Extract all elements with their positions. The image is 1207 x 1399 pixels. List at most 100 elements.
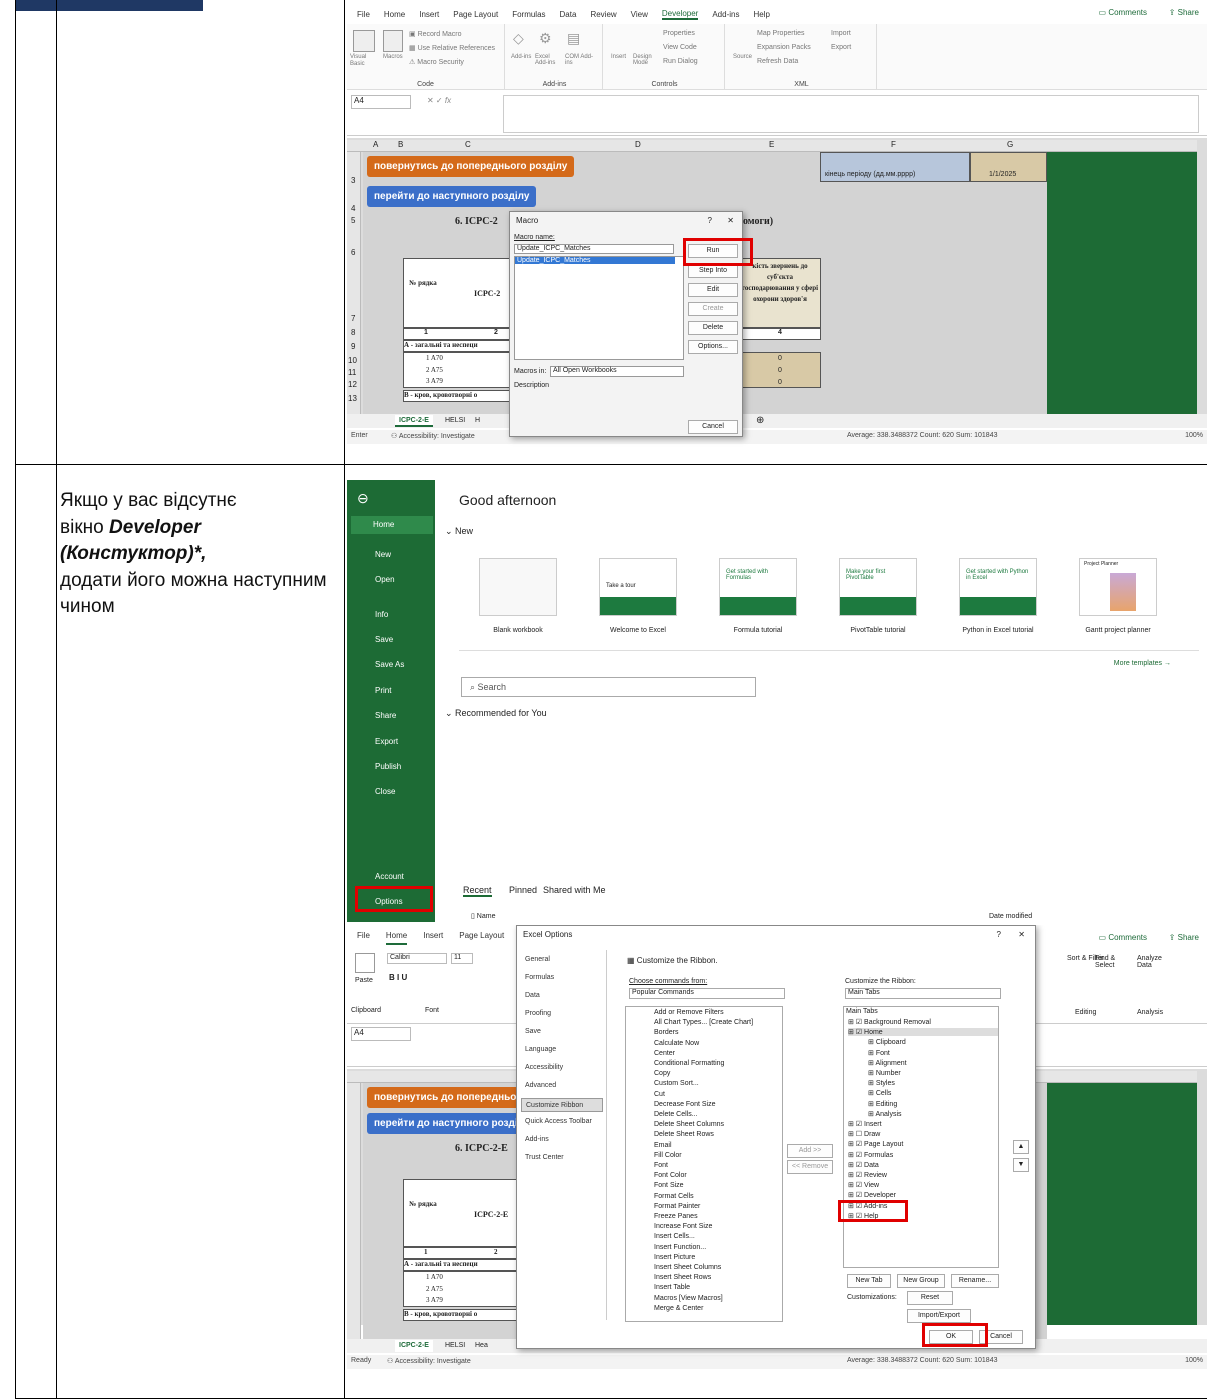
command-item[interactable]: Insert Picture	[654, 1254, 695, 1261]
comments-button[interactable]: ▭ Comments	[1099, 933, 1147, 942]
period-value[interactable]: 1/1/2025	[970, 152, 1047, 182]
tree-item[interactable]: ⊞ Clipboard	[868, 1038, 906, 1046]
tree-item[interactable]: ⊞ ☑ Background Removal	[848, 1018, 931, 1026]
tab-file[interactable]: File	[357, 10, 370, 19]
category-trust-center[interactable]: Trust Center	[525, 1154, 564, 1161]
tree-item[interactable]: ⊞ ☑ Review	[848, 1171, 887, 1179]
add-sheet-icon[interactable]: ⊕	[752, 415, 768, 427]
command-item[interactable]: Delete Sheet Rows	[654, 1131, 714, 1138]
command-item[interactable]: Format Cells	[654, 1193, 694, 1200]
tab-insert[interactable]: Insert	[419, 10, 439, 19]
command-item[interactable]: Add or Remove Filters	[654, 1009, 724, 1016]
nav-account[interactable]: Account	[375, 872, 404, 881]
ribbon-tree[interactable]: Main Tabs ⊞ ☑ Background Removal ⊞ ☑ Home…	[843, 1006, 999, 1268]
command-item[interactable]: Decrease Font Size	[654, 1101, 715, 1108]
tree-item[interactable]: ⊞ Font	[868, 1049, 890, 1057]
add-button[interactable]: Add >>	[787, 1144, 833, 1158]
col-d[interactable]: D	[635, 140, 641, 149]
col-c[interactable]: C	[465, 140, 471, 149]
nav-close[interactable]: Close	[375, 787, 395, 796]
nav-export[interactable]: Export	[375, 737, 398, 746]
command-item[interactable]: All Chart Types... [Create Chart]	[654, 1019, 753, 1026]
checkbox-icon[interactable]: ⊞ ☑	[848, 1019, 864, 1026]
tab-help[interactable]: Help	[753, 10, 769, 19]
nav-new[interactable]: New	[375, 550, 391, 559]
sheet-tab-icpc[interactable]: ICPC-2-E	[395, 1340, 433, 1352]
source-button[interactable]: Source	[733, 54, 752, 60]
tree-item[interactable]: ⊞ ☑ Developer	[848, 1191, 896, 1199]
zero-cell[interactable]: 0	[740, 377, 820, 389]
nav-info[interactable]: Info	[375, 610, 388, 619]
help-icon[interactable]: ?	[997, 930, 1001, 939]
back-section-button[interactable]: повернутись до попереднього розділу	[367, 156, 575, 177]
command-item[interactable]: Conditional Formatting	[654, 1060, 724, 1067]
col-a[interactable]: A	[373, 140, 378, 149]
col-f[interactable]: F	[891, 140, 896, 149]
tree-item[interactable]: ⊞ Alignment	[868, 1059, 907, 1067]
tree-item[interactable]: ⊞ Cells	[868, 1089, 891, 1097]
next-section-button[interactable]: перейти до наступного розділу	[367, 1113, 537, 1134]
recommended-toggle[interactable]: ⌄ Recommended for You	[445, 708, 547, 719]
next-section-button[interactable]: перейти до наступного розділу	[367, 186, 537, 207]
sheet-tab-helsi[interactable]: HELSI	[441, 415, 469, 427]
nav-print[interactable]: Print	[375, 686, 391, 695]
addins-button[interactable]: Add-ins	[511, 54, 533, 60]
com-addins-button[interactable]: COM Add-ins	[565, 54, 593, 66]
tree-item[interactable]: ⊞ ☑ View	[848, 1181, 879, 1189]
choose-commands-select[interactable]: Popular Commands	[629, 988, 785, 999]
edit-button[interactable]: Edit	[688, 283, 738, 297]
tab-page-layout[interactable]: Page Layout	[453, 10, 498, 19]
formula-card[interactable]: Get started with Formulas	[719, 558, 797, 616]
command-item[interactable]: Insert Function...	[654, 1244, 706, 1251]
new-tab-button[interactable]: New Tab	[847, 1274, 891, 1288]
tree-item[interactable]: ⊞ Styles	[868, 1079, 895, 1087]
analyze-data-button[interactable]: Analyze Data	[1137, 955, 1167, 969]
checkbox-icon[interactable]: ⊞	[868, 1090, 876, 1097]
tree-item[interactable]: ⊞ Editing	[868, 1100, 897, 1108]
checkbox-icon[interactable]: ⊞ ☑	[848, 1029, 864, 1036]
command-item[interactable]: Font	[654, 1162, 668, 1169]
cancel-button[interactable]: Cancel	[688, 420, 738, 434]
command-item[interactable]: Custom Sort...	[654, 1080, 699, 1087]
zero-cell[interactable]: 0	[740, 365, 820, 377]
checkbox-icon[interactable]: ⊞ ☑	[848, 1141, 864, 1148]
expansion-packs-button[interactable]: Expansion Packs	[757, 44, 811, 51]
col-b[interactable]: B	[398, 140, 403, 149]
command-item[interactable]: Insert Sheet Columns	[654, 1264, 721, 1271]
checkbox-icon[interactable]: ⊞	[868, 1080, 876, 1087]
checkbox-icon[interactable]: ⊞ ☑	[848, 1192, 864, 1199]
command-item[interactable]: Delete Cells...	[654, 1111, 698, 1118]
blank-workbook-card[interactable]	[479, 558, 557, 616]
sheet-tab-icpc[interactable]: ICPC-2-E	[395, 415, 433, 427]
tab-insert[interactable]: Insert	[423, 931, 443, 945]
accessibility-status[interactable]: ⚇ Accessibility: Investigate	[387, 1357, 471, 1365]
design-mode-button[interactable]: Design Mode	[633, 54, 655, 66]
checkbox-icon[interactable]: ⊞ ☑	[848, 1121, 864, 1128]
tree-item[interactable]: ⊞ ☑ Data	[848, 1161, 879, 1169]
checkbox-icon[interactable]: ⊞	[868, 1050, 876, 1057]
font-format-icons[interactable]: B I U	[389, 973, 407, 982]
sheet-tab-hea[interactable]: Hea	[471, 1340, 492, 1352]
paste-button[interactable]: Paste	[355, 977, 373, 984]
reset-button[interactable]: Reset	[907, 1291, 953, 1305]
col-g[interactable]: G	[1007, 140, 1013, 149]
macro-list-item[interactable]: Update_ICPC_Matches	[515, 257, 675, 264]
code-a75[interactable]: A75	[431, 1285, 443, 1293]
search-input[interactable]: ⌕ Search	[461, 677, 756, 697]
create-button[interactable]: Create	[688, 302, 738, 316]
visual-basic-button[interactable]: Visual Basic	[350, 54, 380, 68]
export-button[interactable]: Export	[831, 44, 851, 51]
tree-item[interactable]: ⊞ Analysis	[868, 1110, 902, 1118]
command-item[interactable]: Format Painter	[654, 1203, 700, 1210]
zoom-level[interactable]: 100%	[1185, 1357, 1203, 1364]
commands-list[interactable]: Add or Remove Filters All Chart Types... …	[625, 1006, 783, 1322]
nav-publish[interactable]: Publish	[375, 762, 401, 771]
tab-home[interactable]: Home	[384, 10, 405, 19]
checkbox-icon[interactable]: ⊞	[868, 1101, 876, 1108]
checkbox-icon[interactable]: ⊞	[868, 1070, 876, 1077]
customize-ribbon-select[interactable]: Main Tabs	[845, 988, 1001, 999]
font-size-select[interactable]: 11	[451, 953, 473, 964]
run-dialog-button[interactable]: Run Dialog	[663, 58, 698, 65]
nav-share[interactable]: Share	[375, 711, 396, 720]
properties-button[interactable]: Properties	[663, 30, 695, 37]
